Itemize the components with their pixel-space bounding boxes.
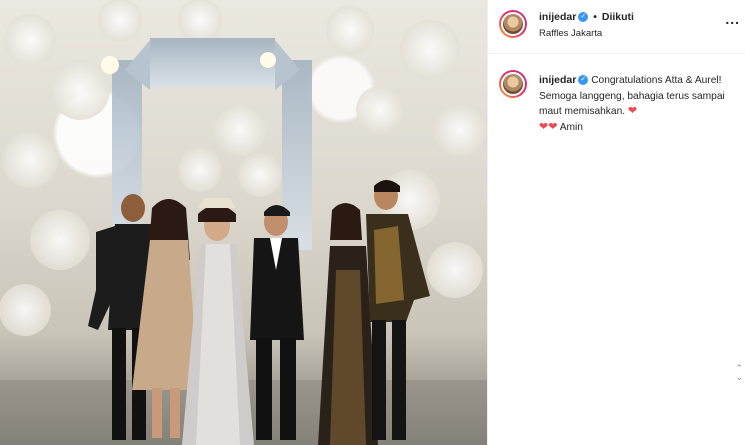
post-photo[interactable] <box>0 0 487 445</box>
post-location[interactable]: Raffles Jakarta <box>539 28 602 39</box>
avatar-image <box>501 72 525 96</box>
caption-avatar[interactable] <box>499 70 527 98</box>
post-header: inijedar ✓ • Diikuti Raffles Jakarta ... <box>488 0 745 54</box>
post-side-panel: inijedar ✓ • Diikuti Raffles Jakarta ... … <box>487 0 745 445</box>
verified-badge-icon: ✓ <box>578 12 589 23</box>
heart-icon: ❤ <box>627 105 638 117</box>
verified-badge-icon: ✓ <box>578 75 589 86</box>
more-options-icon[interactable]: ... <box>725 12 740 26</box>
avatar-image <box>501 12 525 36</box>
caption-amin: Amin <box>559 121 583 133</box>
header-user-line: inijedar ✓ • Diikuti <box>539 11 634 23</box>
heart-icon: ❤ <box>539 120 549 133</box>
header-separator: • <box>593 11 597 23</box>
follow-status-button[interactable]: Diikuti <box>602 11 634 23</box>
profile-avatar[interactable] <box>499 10 527 38</box>
caption-text-block: inijedar ✓ Congratulations Atta & Aurel! … <box>539 73 739 135</box>
header-username[interactable]: inijedar <box>539 11 576 23</box>
wedding-photo-illustration <box>0 0 487 445</box>
caption-username[interactable]: inijedar <box>539 74 576 86</box>
scroll-indicator-icon[interactable]: ⌃ ⌄ <box>735 364 743 382</box>
heart-icon: ❤ <box>548 120 558 133</box>
